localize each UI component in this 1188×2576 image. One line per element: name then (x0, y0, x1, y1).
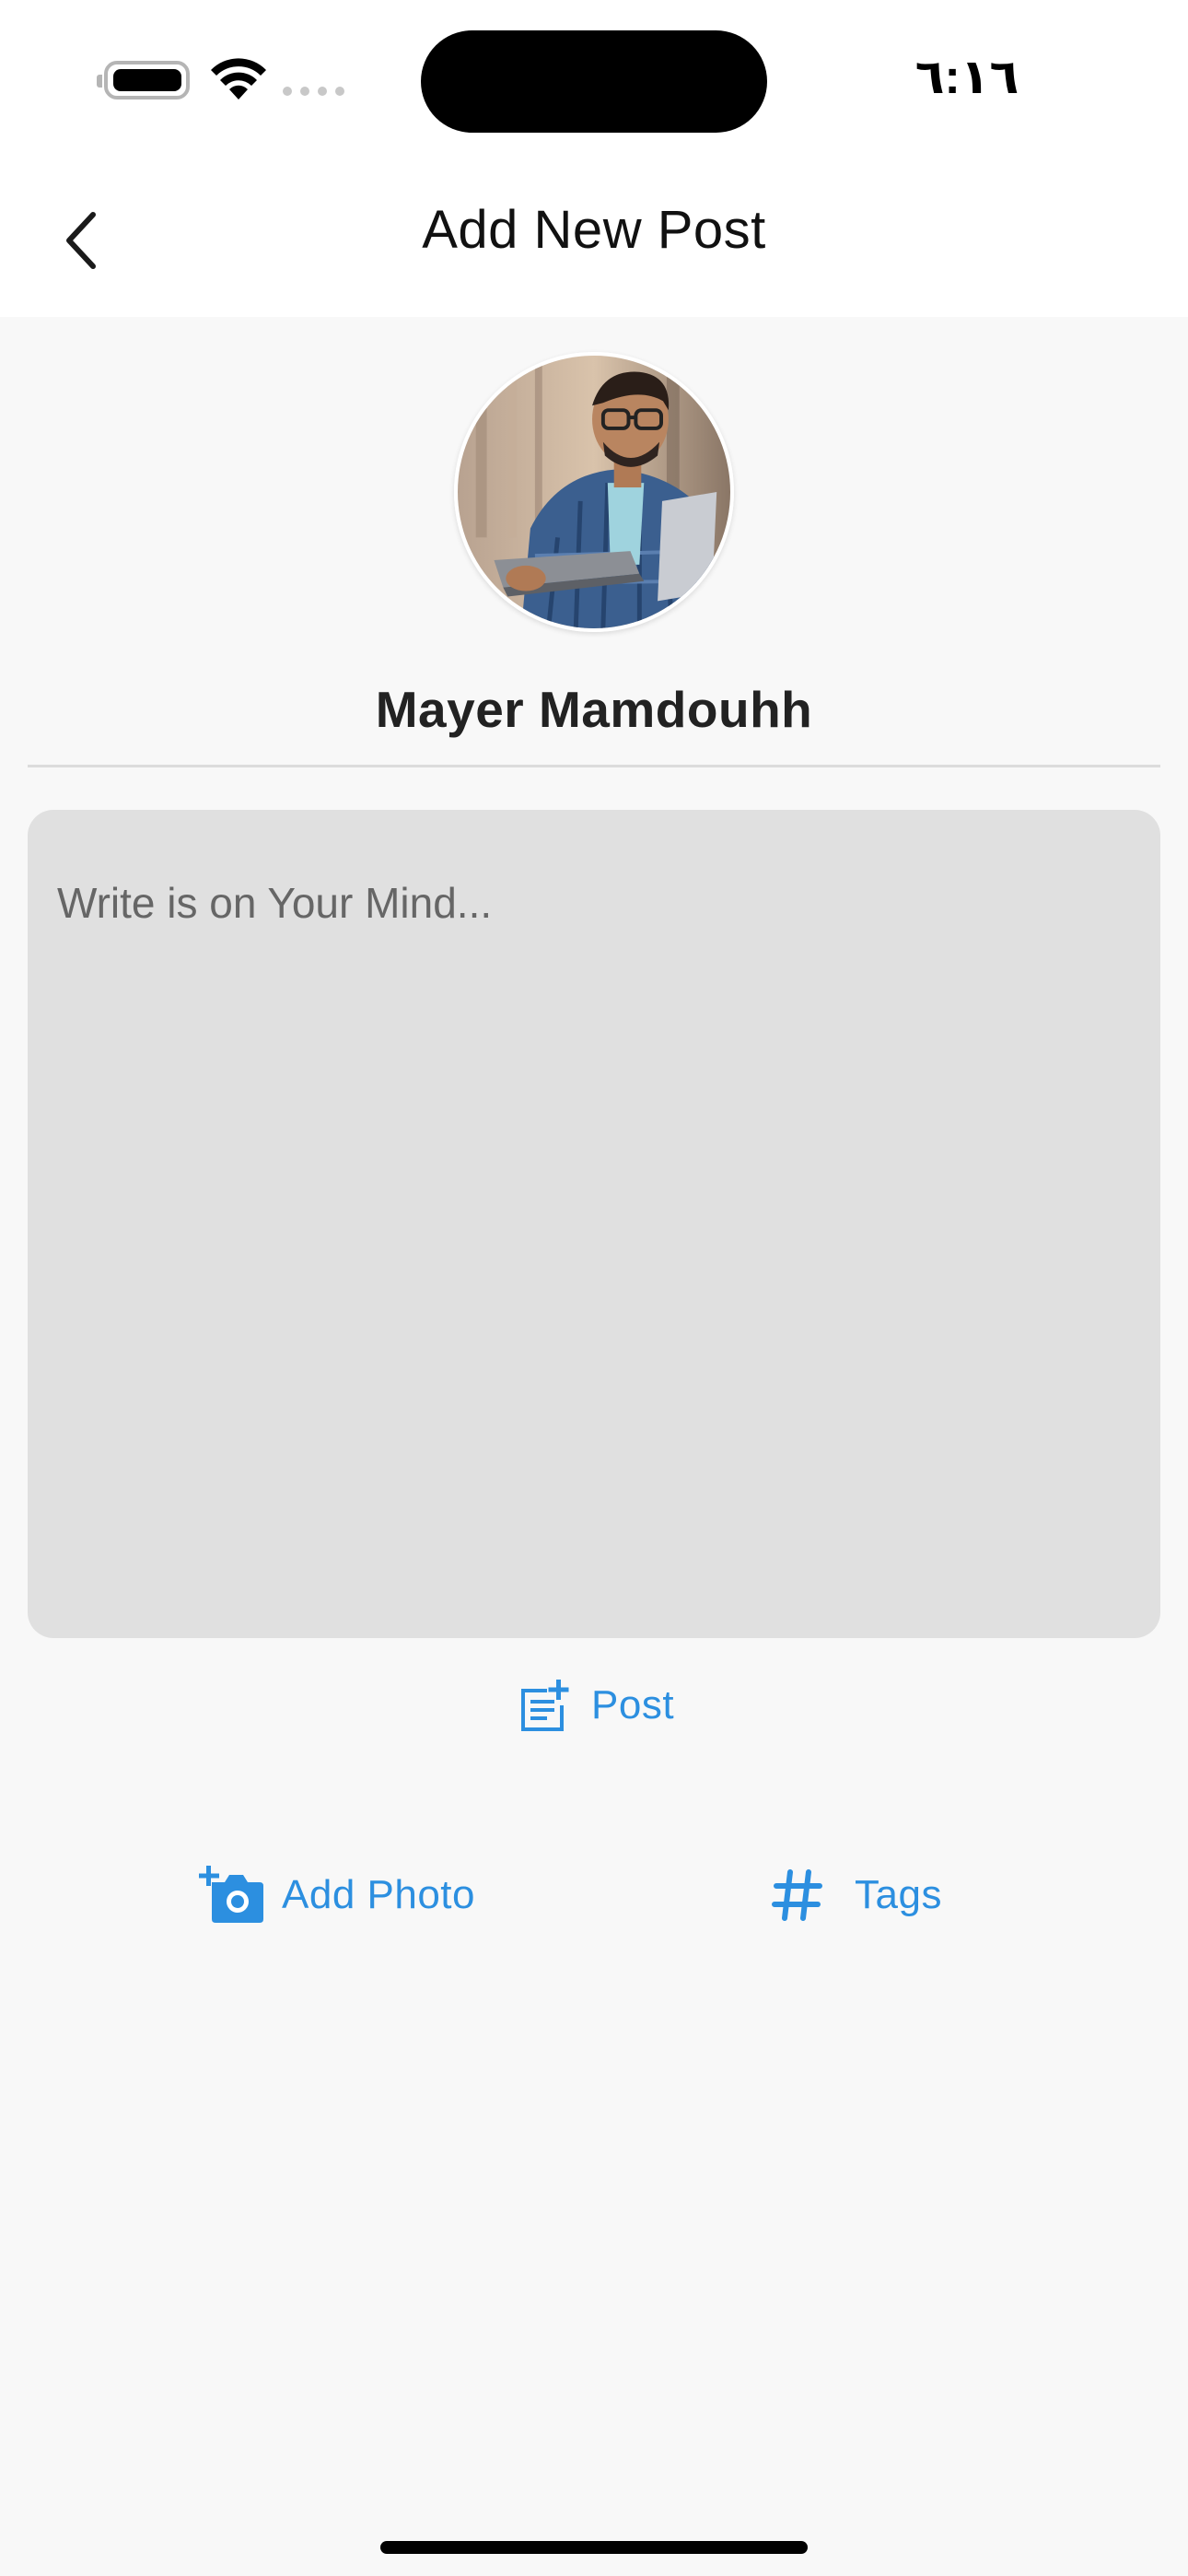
tags-button[interactable]: Tags (772, 1863, 942, 1927)
post-content-input[interactable] (28, 810, 1160, 1638)
tags-button-label: Tags (855, 1872, 942, 1917)
post-add-icon (516, 1678, 571, 1733)
home-indicator[interactable] (380, 2541, 808, 2554)
add-photo-button[interactable]: Add Photo (199, 1863, 475, 1927)
add-post-screen: ٦:١٦ Add New Post Mayer Mamdouhh Write i… (0, 0, 1188, 2576)
add-photo-button-label: Add Photo (282, 1872, 475, 1917)
wifi-icon (211, 58, 266, 100)
avatar-photo (458, 356, 730, 628)
page-title: Add New Post (422, 200, 766, 260)
battery-icon (97, 61, 190, 100)
dynamic-island (421, 30, 767, 133)
add-camera-icon (199, 1866, 265, 1925)
post-button[interactable]: Post (516, 1675, 674, 1736)
divider (28, 765, 1160, 767)
status-time: ٦:١٦ (914, 51, 1019, 104)
cellular-signal-icon (283, 87, 344, 96)
hashtag-icon (772, 1868, 823, 1922)
user-name: Mayer Mamdouhh (375, 681, 813, 738)
app-header: Add New Post (0, 157, 1188, 317)
user-avatar[interactable] (454, 352, 734, 632)
post-button-label: Post (591, 1682, 675, 1727)
status-bar: ٦:١٦ (0, 0, 1188, 157)
